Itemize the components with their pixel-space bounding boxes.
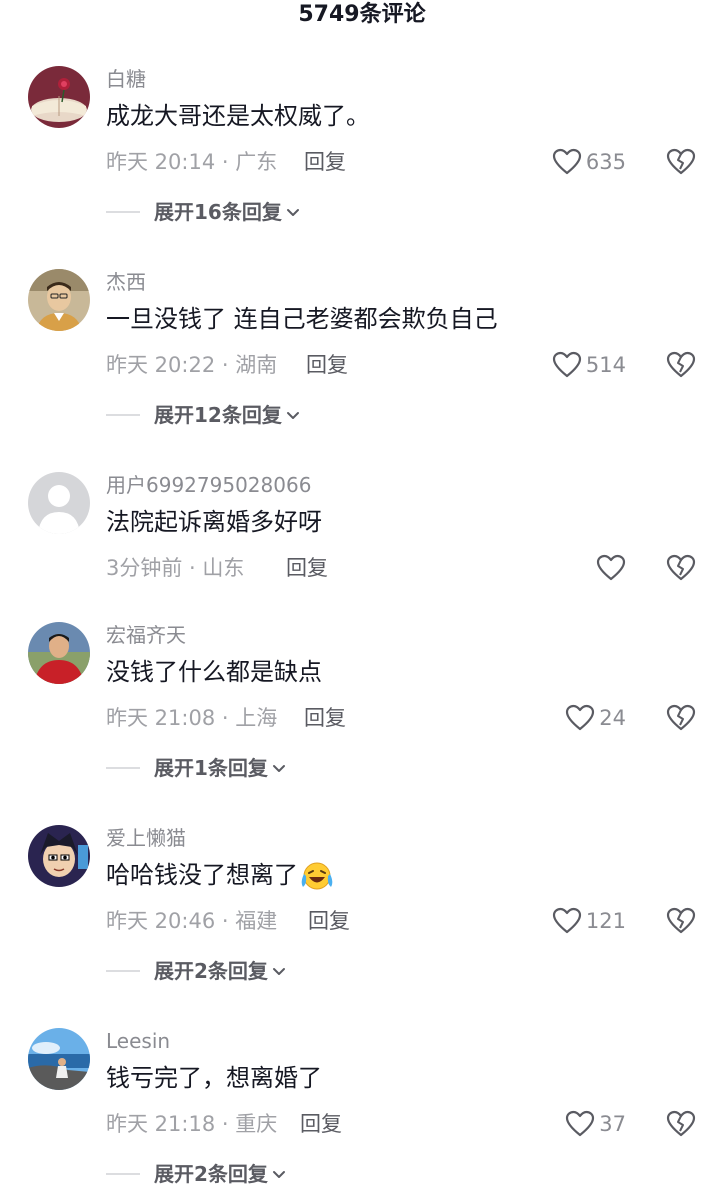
seaside-person-avatar-icon (28, 1028, 90, 1090)
comment-text: 钱亏完了，想离婚了 (106, 1064, 322, 1092)
heart-icon (552, 148, 582, 175)
comment-meta: 昨天 20:46 · 福建 (106, 909, 278, 933)
username[interactable]: Leesin (106, 1028, 170, 1054)
default-user-avatar-icon (28, 472, 90, 534)
expand-replies[interactable]: 展开16条回复 (106, 198, 300, 226)
book-rose-avatar-icon (28, 66, 90, 128)
like-button[interactable]: 514 (552, 349, 626, 381)
comment-text-content: 哈哈钱没了想离了 (106, 861, 298, 889)
comment-item: 用户6992795028066 法院起诉离婚多好呀 3分钟前 · 山东 回复 (0, 472, 724, 592)
heart-icon (566, 704, 595, 731)
heart-icon (566, 1110, 595, 1137)
comment-meta: 昨天 20:14 · 广东 (106, 150, 278, 174)
chevron-down-icon (272, 1171, 285, 1178)
broken-heart-icon[interactable] (666, 906, 696, 936)
heart-icon (552, 907, 582, 934)
like-count: 121 (585, 909, 626, 933)
heart-icon (596, 554, 626, 581)
expand-replies-label: 展开2条回复 (154, 1162, 268, 1186)
like-count: 514 (585, 353, 626, 377)
expand-replies-label: 展开2条回复 (154, 959, 268, 983)
expand-divider (106, 767, 140, 769)
broken-heart-icon[interactable] (666, 553, 696, 583)
expand-replies[interactable]: 展开2条回复 (106, 957, 286, 985)
comment-text: 没钱了什么都是缺点 (106, 658, 322, 686)
avatar[interactable] (28, 472, 90, 534)
like-button[interactable]: 635 (552, 146, 626, 178)
expand-divider (106, 414, 140, 416)
broken-heart-icon[interactable] (666, 147, 696, 177)
reply-button[interactable]: 回复 (306, 351, 348, 379)
comment-item: Leesin 钱亏完了，想离婚了 昨天 21:18 · 重庆 回复 37 展开2… (0, 1028, 724, 1198)
avatar[interactable] (28, 269, 90, 331)
like-button[interactable]: 37 (565, 1108, 626, 1140)
broken-heart-icon[interactable] (666, 703, 696, 733)
broken-heart-icon[interactable] (666, 1109, 696, 1139)
like-count: 24 (599, 706, 626, 730)
comment-text: 成龙大哥还是太权威了。 (106, 102, 370, 130)
comment-meta: 3分钟前 · 山东 (106, 556, 245, 580)
comment-item: 杰西 一旦没钱了 连自己老婆都会欺负自己 昨天 20:22 · 湖南 回复 51… (0, 269, 724, 439)
expand-replies-label: 展开16条回复 (154, 200, 282, 224)
comment-text: 法院起诉离婚多好呀 (106, 508, 322, 536)
username[interactable]: 爱上懒猫 (106, 825, 186, 851)
reply-button[interactable]: 回复 (304, 704, 346, 732)
comment-meta: 昨天 21:08 · 上海 (106, 706, 278, 730)
broken-heart-icon[interactable] (666, 350, 696, 380)
heart-icon (552, 351, 582, 378)
reply-button[interactable]: 回复 (308, 907, 350, 935)
like-count: 37 (599, 1112, 626, 1136)
chevron-down-icon (272, 765, 285, 772)
man-red-shirt-avatar-icon (28, 622, 90, 684)
comment-item: 白糖 成龙大哥还是太权威了。 昨天 20:14 · 广东 回复 635 展开16… (0, 66, 724, 236)
chevron-down-icon (286, 209, 299, 216)
avatar[interactable] (28, 622, 90, 684)
username[interactable]: 杰西 (106, 269, 146, 295)
laugh-cry-emoji-icon (301, 862, 333, 890)
comment-item: 爱上懒猫 哈哈钱没了想离了 昨天 20:46 · 福建 回复 121 展开2条回… (0, 825, 724, 995)
expand-replies[interactable]: 展开1条回复 (106, 754, 286, 782)
expand-replies[interactable]: 展开12条回复 (106, 401, 300, 429)
like-count: 635 (585, 150, 626, 174)
reply-button[interactable]: 回复 (300, 1110, 342, 1138)
man-portrait-avatar-icon (28, 269, 90, 331)
comment-meta: 昨天 21:18 · 重庆 (106, 1112, 278, 1136)
avatar[interactable] (28, 66, 90, 128)
username[interactable]: 宏福齐天 (106, 622, 186, 648)
like-button[interactable]: 121 (552, 905, 626, 937)
expand-divider (106, 1173, 140, 1175)
cartoon-face-avatar-icon (28, 825, 90, 887)
reply-button[interactable]: 回复 (304, 148, 346, 176)
comment-item: 宏福齐天 没钱了什么都是缺点 昨天 21:08 · 上海 回复 24 展开1条回… (0, 622, 724, 792)
expand-divider (106, 970, 140, 972)
chevron-down-icon (286, 412, 299, 419)
expand-replies-label: 展开1条回复 (154, 756, 268, 780)
avatar[interactable] (28, 1028, 90, 1090)
comment-meta: 昨天 20:22 · 湖南 (106, 353, 278, 377)
expand-replies[interactable]: 展开2条回复 (106, 1160, 286, 1188)
like-button[interactable]: 24 (565, 702, 626, 734)
expand-divider (106, 211, 140, 213)
username[interactable]: 用户6992795028066 (106, 472, 311, 498)
reply-button[interactable]: 回复 (286, 554, 328, 582)
username[interactable]: 白糖 (106, 66, 146, 92)
like-button[interactable] (596, 552, 626, 584)
comment-text: 哈哈钱没了想离了 (106, 859, 334, 892)
comment-text: 一旦没钱了 连自己老婆都会欺负自己 (106, 305, 498, 333)
chevron-down-icon (272, 968, 285, 975)
comment-count-title: 5749条评论 (298, 2, 426, 27)
avatar[interactable] (28, 825, 90, 887)
expand-replies-label: 展开12条回复 (154, 403, 282, 427)
